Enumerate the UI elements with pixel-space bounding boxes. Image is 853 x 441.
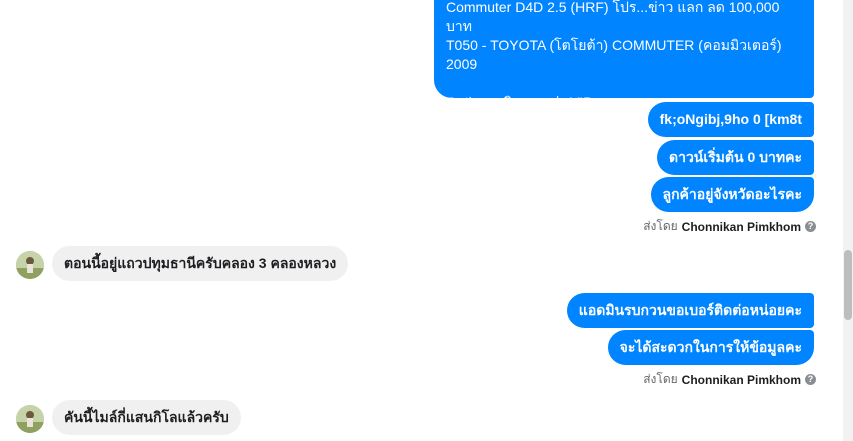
scrollbar-track[interactable] [843, 0, 853, 441]
message-thread: Commuter D4D 2.5 (HRF) โปร...ข่าว แลก ลด… [0, 0, 853, 441]
sent-by-info: ส่งโดย Chonnikan Pimkhom ? [643, 217, 816, 236]
outgoing-message-listing[interactable]: Commuter D4D 2.5 (HRF) โปร...ข่าว แลก ลด… [434, 0, 814, 129]
incoming-message[interactable]: ตอนนี้อยู่แถวปทุมธานีครับคลอง 3 คลองหลวง [52, 246, 349, 281]
outgoing-message[interactable]: จะได้สะดวกในการให้ข้อมูลคะ [607, 330, 814, 365]
avatar[interactable] [16, 251, 44, 279]
sent-by-label: ส่งโดย [643, 219, 678, 233]
listing-line-2: T050 - TOYOTA (โตโยต้า) COMMUTER (คอมมิว… [446, 37, 782, 72]
outgoing-message[interactable]: ดาวน์เริ่มต้น 0 บาทคะ [656, 140, 814, 175]
sender-name[interactable]: Chonnikan Pimkhom [682, 220, 801, 234]
outgoing-message[interactable]: แอดมินรบกวนขอเบอร์ติดต่อหน่อยคะ [566, 293, 814, 328]
listing-line-1: Commuter D4D 2.5 (HRF) โปร...ข่าว แลก ลด… [446, 0, 780, 34]
outgoing-message[interactable]: ลูกค้าอยู่จังหวัดอะไรคะ [650, 177, 814, 212]
sender-name[interactable]: Chonnikan Pimkhom [682, 373, 801, 387]
outgoing-message[interactable]: fk;oNgibj,9ho 0 [km8t [647, 102, 814, 137]
scrollbar-thumb[interactable] [844, 250, 852, 320]
incoming-message[interactable]: คันนี้ไมล์กี่แสนกิโลแล้วครับ [52, 400, 241, 435]
avatar[interactable] [16, 405, 44, 433]
sent-by-label: ส่งโดย [643, 372, 678, 386]
help-icon[interactable]: ? [805, 374, 816, 385]
sent-by-info: ส่งโดย Chonnikan Pimkhom ? [643, 370, 816, 389]
help-icon[interactable]: ? [805, 221, 816, 232]
